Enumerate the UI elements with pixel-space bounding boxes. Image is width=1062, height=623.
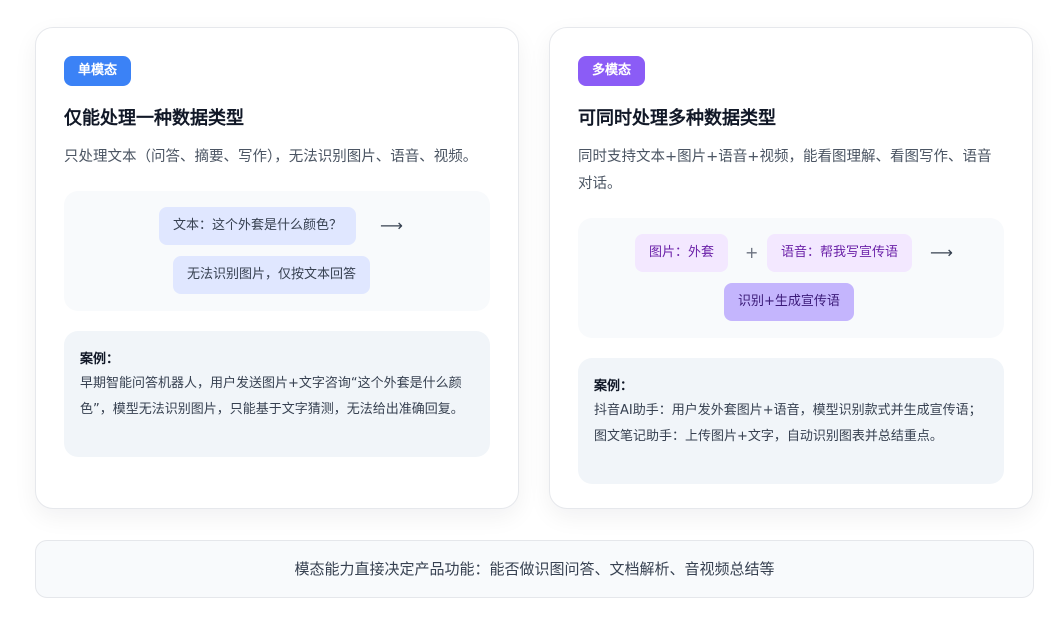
single-modal-title: 仅能处理一种数据类型 — [64, 108, 244, 129]
single-modal-badge: 单模态 — [64, 56, 132, 86]
case-line-2: 图文笔记助手：上传图片+文字，自动识别图表并总结重点。 — [594, 429, 943, 444]
single-modal-description: 只处理文本（问答、摘要、写作），无法识别图片、语音、视频。 — [64, 149, 478, 165]
case-title: 案例： — [80, 352, 120, 367]
flow-arrow-icon: ⟶ — [930, 243, 953, 262]
multi-modal-description: 同时支持文本+图片+语音+视频，能看图理解、看图写作、语音对话。 — [578, 149, 992, 192]
summary-note: 模态能力直接决定产品功能：能否做识图问答、文档解析、音视频总结等 — [35, 540, 1034, 598]
case-line-1: 抖音AI助手：用户发外套图片+语音，模型识别款式并生成宣传语； — [594, 403, 982, 418]
plus-icon: + — [745, 243, 759, 262]
flow-input-image: 图片：外套 — [635, 234, 729, 272]
multi-modal-case: 案例： 抖音AI助手：用户发外套图片+语音，模型识别款式并生成宣传语； 图文笔记… — [578, 358, 1004, 484]
flow-input-voice: 语音：帮我写宣传语 — [767, 234, 913, 272]
multi-modal-badge: 多模态 — [578, 56, 646, 86]
multi-modal-title: 可同时处理多种数据类型 — [578, 108, 776, 129]
single-modal-card: 单模态 仅能处理一种数据类型 只处理文本（问答、摘要、写作），无法识别图片、语音… — [35, 27, 519, 509]
case-text: 早期智能问答机器人，用户发送图片+文字咨询“这个外套是什么颜色”，模型无法识别图… — [80, 376, 464, 417]
single-modal-case: 案例： 早期智能问答机器人，用户发送图片+文字咨询“这个外套是什么颜色”，模型无… — [64, 331, 490, 457]
flow-arrow-icon: ⟶ — [380, 216, 403, 235]
multi-modal-card: 多模态 可同时处理多种数据类型 同时支持文本+图片+语音+视频，能看图理解、看图… — [549, 27, 1033, 509]
case-title: 案例： — [594, 379, 634, 394]
flow-output-text: 无法识别图片，仅按文本回答 — [173, 256, 371, 294]
single-modal-flow: 文本：这个外套是什么颜色？ ⟶ 无法识别图片，仅按文本回答 — [64, 191, 490, 311]
flow-input-text: 文本：这个外套是什么颜色？ — [159, 207, 357, 245]
flow-output-result: 识别+生成宣传语 — [724, 283, 854, 321]
multi-modal-flow: 图片：外套 + 语音：帮我写宣传语 ⟶ 识别+生成宣传语 — [578, 218, 1004, 338]
